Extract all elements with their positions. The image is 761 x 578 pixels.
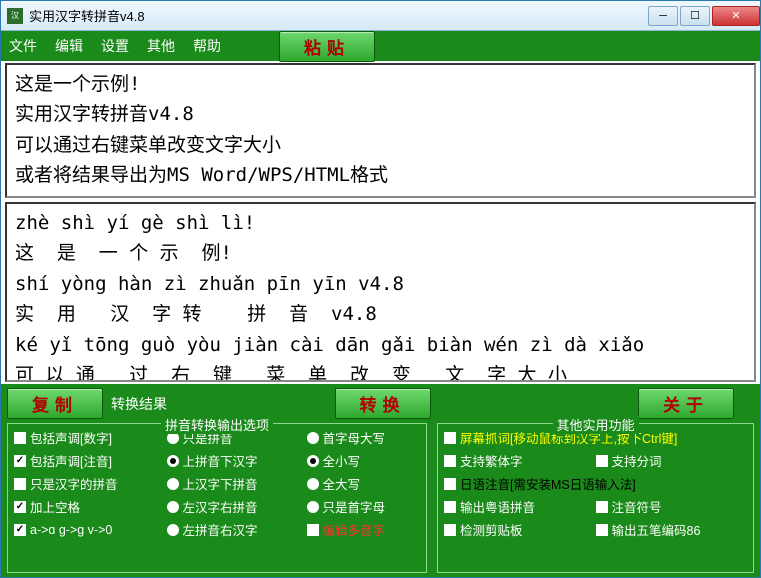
option-label: 输出粤语拼音 xyxy=(460,497,535,516)
option-g2-7[interactable]: 输出五笔编码86 xyxy=(596,520,747,539)
option-label: a->ɑ g->ɡ v->0 xyxy=(30,523,112,537)
option-g2-3[interactable]: 日语注音[需安装MS日语输入法] xyxy=(444,474,747,493)
copy-button[interactable]: 复制 xyxy=(7,388,103,419)
convert-button[interactable]: 转换 xyxy=(335,388,431,419)
options-panel: 复制 转换结果 转换 关于 拼音转换输出选项 包括声调[数字]只是拼音首字母大写… xyxy=(1,384,760,577)
option-g1-col1-4[interactable]: a->ɑ g->ɡ v->0 xyxy=(14,520,153,539)
option-g1-col3-1[interactable]: 全小写 xyxy=(307,451,421,470)
option-label: 包括声调[数字] xyxy=(30,428,112,447)
checkbox-icon xyxy=(14,432,26,444)
option-g1-col3-3[interactable]: 只是首字母 xyxy=(307,497,421,516)
option-g2-4[interactable]: 输出粤语拼音 xyxy=(444,497,582,516)
window-title: 实用汉字转拼音v4.8 xyxy=(29,6,646,25)
radio-icon xyxy=(307,501,319,513)
option-g1-col1-1[interactable]: 包括声调[注音] xyxy=(14,451,153,470)
option-g1-col2-1[interactable]: 上拼音下汉字 xyxy=(167,451,293,470)
input-textarea[interactable]: 这是一个示例! 实用汉字转拼音v4.8 可以通过右键菜单改变文字大小 或者将结果… xyxy=(5,63,756,198)
option-label: 只是首字母 xyxy=(323,497,386,516)
menu-other[interactable]: 其他 xyxy=(147,36,175,56)
pinyin-options-group: 拼音转换输出选项 包括声调[数字]只是拼音首字母大写包括声调[注音]上拼音下汉字… xyxy=(7,423,427,573)
menu-file[interactable]: 文件 xyxy=(9,36,37,56)
option-label: 支持分词 xyxy=(612,451,662,470)
option-label: 注音符号 xyxy=(612,497,662,516)
option-g2-2[interactable]: 支持分词 xyxy=(596,451,747,470)
checkbox-icon xyxy=(444,524,456,536)
option-g1-col3-0[interactable]: 首字母大写 xyxy=(307,428,421,447)
option-g1-col2-2[interactable]: 上汉字下拼音 xyxy=(167,474,293,493)
menu-help[interactable]: 帮助 xyxy=(193,36,221,56)
option-label: 输出五笔编码86 xyxy=(612,520,701,539)
radio-icon xyxy=(307,455,319,467)
group1-legend: 拼音转换输出选项 xyxy=(161,415,273,434)
option-g1-col2-3[interactable]: 左汉字右拼音 xyxy=(167,497,293,516)
option-label: 上拼音下汉字 xyxy=(183,451,258,470)
group2-legend: 其他实用功能 xyxy=(552,415,638,434)
other-functions-group: 其他实用功能 屏幕抓词[移动鼠标到汉字上,按下Ctrl键]支持繁体字支持分词日语… xyxy=(437,423,754,573)
checkbox-icon xyxy=(14,524,26,536)
option-label: 加上空格 xyxy=(30,497,80,516)
option-label: 支持繁体字 xyxy=(460,451,523,470)
option-g1-col1-0[interactable]: 包括声调[数字] xyxy=(14,428,153,447)
checkbox-icon xyxy=(14,501,26,513)
option-g2-6[interactable]: 检测剪贴板 xyxy=(444,520,582,539)
app-icon: 汉 xyxy=(7,8,23,24)
checkbox-icon xyxy=(307,524,319,536)
maximize-button[interactable]: ☐ xyxy=(680,6,710,26)
checkbox-icon xyxy=(14,478,26,490)
radio-icon xyxy=(167,524,179,536)
option-label: 检测剪贴板 xyxy=(460,520,523,539)
menu-edit[interactable]: 编辑 xyxy=(55,36,83,56)
option-g1-col2-4[interactable]: 左拼音右汉字 xyxy=(167,520,293,539)
option-g1-col3-4[interactable]: 编辑多音字 xyxy=(307,520,421,539)
menubar: 文件 编辑 设置 其他 帮助 粘贴 xyxy=(1,31,760,61)
radio-icon xyxy=(307,432,319,444)
radio-icon xyxy=(167,501,179,513)
checkbox-icon xyxy=(444,432,456,444)
radio-icon xyxy=(167,478,179,490)
checkbox-icon xyxy=(444,478,456,490)
option-label: 左汉字右拼音 xyxy=(183,497,258,516)
output-textarea[interactable]: zhè shì yí gè shì lì! 这 是 一 个 示 例! shí y… xyxy=(5,202,756,382)
checkbox-icon xyxy=(596,501,608,513)
radio-icon xyxy=(167,455,179,467)
option-label: 左拼音右汉字 xyxy=(183,520,258,539)
about-button[interactable]: 关于 xyxy=(638,388,734,419)
close-button[interactable]: ✕ xyxy=(712,6,760,26)
option-label: 全小写 xyxy=(323,451,361,470)
checkbox-icon xyxy=(596,455,608,467)
checkbox-icon xyxy=(14,455,26,467)
option-g2-5[interactable]: 注音符号 xyxy=(596,497,747,516)
option-label: 包括声调[注音] xyxy=(30,451,112,470)
paste-button[interactable]: 粘贴 xyxy=(279,31,375,62)
radio-icon xyxy=(307,478,319,490)
menu-settings[interactable]: 设置 xyxy=(101,36,129,56)
option-g1-col1-3[interactable]: 加上空格 xyxy=(14,497,153,516)
option-g1-col1-2[interactable]: 只是汉字的拼音 xyxy=(14,474,153,493)
checkbox-icon xyxy=(596,524,608,536)
option-label: 只是汉字的拼音 xyxy=(30,474,118,493)
option-label: 全大写 xyxy=(323,474,361,493)
checkbox-icon xyxy=(444,501,456,513)
convert-result-label: 转换结果 xyxy=(111,394,167,414)
option-label: 首字母大写 xyxy=(323,428,386,447)
minimize-button[interactable]: ─ xyxy=(648,6,678,26)
option-label: 上汉字下拼音 xyxy=(183,474,258,493)
checkbox-icon xyxy=(444,455,456,467)
option-g1-col3-2[interactable]: 全大写 xyxy=(307,474,421,493)
option-label: 编辑多音字 xyxy=(323,520,386,539)
option-label: 日语注音[需安装MS日语输入法] xyxy=(460,474,636,493)
titlebar: 汉 实用汉字转拼音v4.8 ─ ☐ ✕ xyxy=(1,1,760,31)
option-g2-1[interactable]: 支持繁体字 xyxy=(444,451,582,470)
